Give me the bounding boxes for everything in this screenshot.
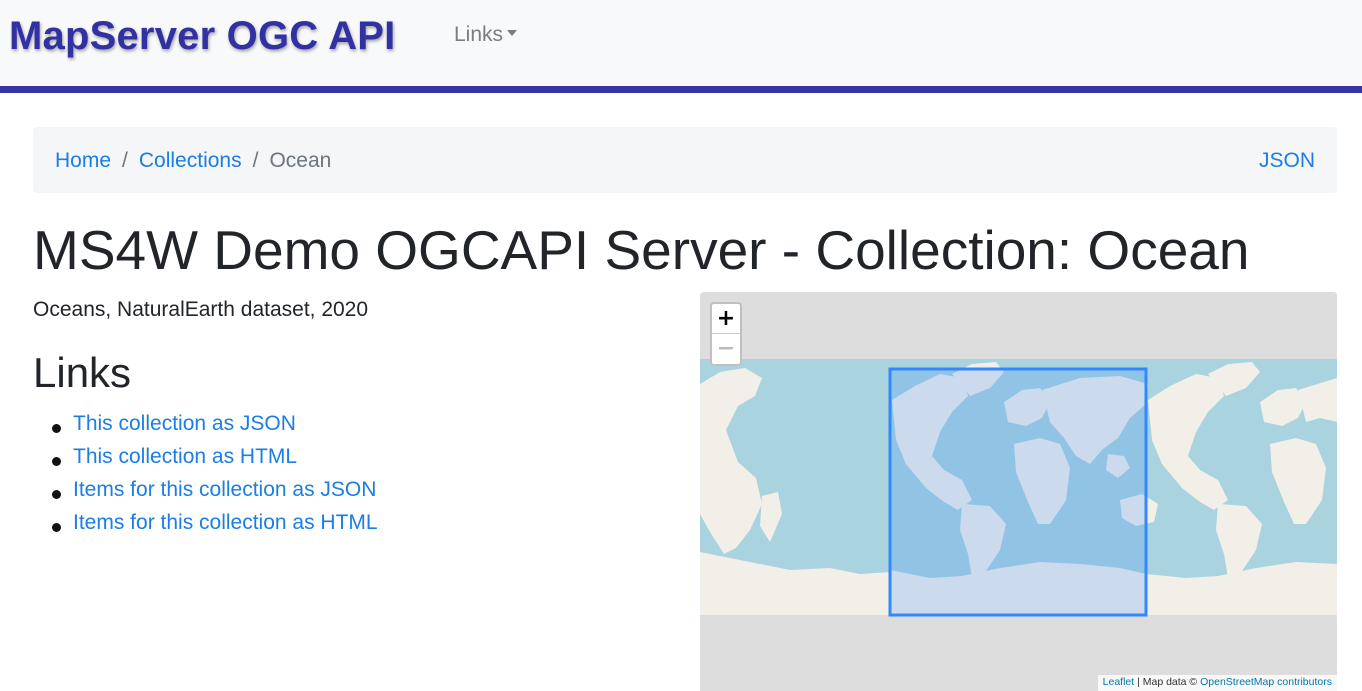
breadcrumb-separator: / [122,149,128,172]
breadcrumb-trail: Home / Collections / Ocean [55,149,331,173]
links-dropdown-label: Links [454,23,504,46]
list-item: Items for this collection as HTML [52,511,378,544]
links-dropdown[interactable]: Links [454,23,518,47]
breadcrumb-separator: / [252,149,259,172]
page-title: MS4W Demo OGCAPI Server - Collection: Oc… [33,219,1250,281]
links-heading: Links [33,349,132,396]
zoom-control: + − [710,302,742,366]
breadcrumb: Home / Collections / Ocean JSON [33,127,1337,193]
list-item: Items for this collection as JSON [52,478,378,511]
collection-description: Oceans, NaturalEarth dataset, 2020 [33,298,369,321]
osm-contributors-link[interactable]: OpenStreetMap contributors [1200,676,1332,688]
json-format-link[interactable]: JSON [1259,149,1315,173]
map-tiles[interactable] [700,292,1337,691]
breadcrumb-home[interactable]: Home [55,149,111,172]
collection-html-link[interactable]: This collection as HTML [73,445,297,468]
navbar: MapServer OGC API Links [0,0,1362,86]
zoom-out-button[interactable]: − [712,334,740,364]
leaflet-link[interactable]: Leaflet [1103,676,1135,688]
zoom-in-button[interactable]: + [712,304,740,334]
links-list: This collection as JSON This collection … [33,412,378,544]
items-html-link[interactable]: Items for this collection as HTML [73,511,378,534]
breadcrumb-current: Ocean [269,149,332,172]
items-json-link[interactable]: Items for this collection as JSON [73,478,376,501]
attribution-text: | Map data © [1134,676,1201,688]
collection-extent-box [888,367,1148,617]
navbar-divider [0,86,1362,93]
list-item: This collection as HTML [52,445,378,478]
map-view[interactable]: + − Leaflet | Map data © OpenStreetMap c… [700,292,1337,691]
caret-down-icon [507,30,518,37]
breadcrumb-collections[interactable]: Collections [139,149,242,172]
list-item: This collection as JSON [52,412,378,445]
map-attribution: Leaflet | Map data © OpenStreetMap contr… [1097,675,1337,691]
brand-title[interactable]: MapServer OGC API [9,14,396,59]
collection-json-link[interactable]: This collection as JSON [73,412,296,435]
